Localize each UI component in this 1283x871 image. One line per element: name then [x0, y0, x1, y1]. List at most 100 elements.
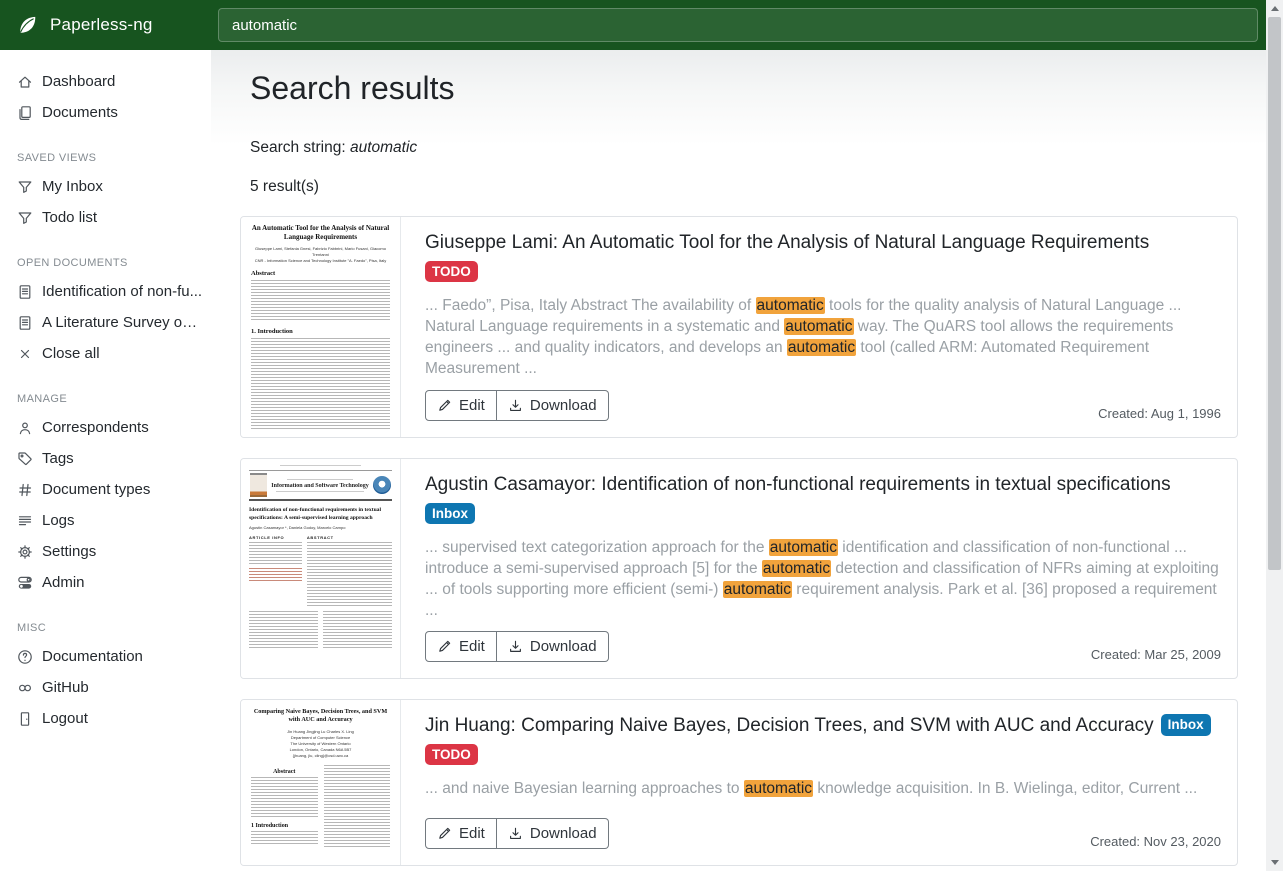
app-brand[interactable]: Paperless-ng	[0, 0, 211, 50]
document-thumbnail[interactable]: An Automatic Tool for the Analysis of Na…	[241, 217, 401, 437]
sidebar-item-label: Identification of non-fu...	[42, 283, 202, 300]
edit-button-label: Edit	[459, 825, 485, 842]
sidebar-item-dashboard[interactable]: Dashboard	[17, 66, 203, 97]
thumb-heading: Abstract	[251, 769, 318, 775]
tag-badge-todo[interactable]: TODO	[425, 744, 478, 766]
sidebar-item-github[interactable]: GitHub	[17, 672, 203, 703]
sidebar-item-label: Close all	[42, 345, 100, 362]
text-lines	[251, 831, 318, 845]
document-thumbnail[interactable]: Comparing Naive Bayes, Decision Trees, a…	[241, 700, 401, 865]
sidebar-item-label: Dashboard	[42, 73, 115, 90]
logs-icon	[17, 513, 33, 529]
sidebar-item-todo-list[interactable]: Todo list	[17, 202, 203, 233]
download-button-label: Download	[530, 638, 597, 655]
search-string-value: automatic	[350, 139, 417, 156]
download-button[interactable]: Download	[497, 818, 609, 849]
funnel-icon	[17, 179, 33, 195]
sidebar-item-label: My Inbox	[42, 178, 103, 195]
download-button[interactable]: Download	[497, 390, 609, 421]
thumb-paper-title: Identification of non-functional require…	[249, 507, 392, 522]
sidebar-item-label: Documentation	[42, 648, 143, 665]
result-title-link[interactable]: Giuseppe Lami: An Automatic Tool for the…	[425, 232, 1149, 253]
scroll-up-arrow[interactable]	[1266, 0, 1283, 17]
funnel-icon	[17, 210, 33, 226]
sidebar-item-logout[interactable]: Logout	[17, 703, 203, 734]
paperless-leaf-icon	[16, 14, 38, 36]
global-search-input[interactable]	[218, 8, 1258, 42]
sidebar-item-label: Logs	[42, 512, 75, 529]
sidebar: Dashboard Documents SAVED VIEWS My Inbox…	[0, 50, 211, 871]
up-arrow-icon	[1271, 6, 1279, 11]
result-title-link[interactable]: Jin Huang: Comparing Naive Bayes, Decisi…	[425, 715, 1154, 736]
sidebar-item-label: Settings	[42, 543, 96, 560]
result-actions: Edit Download	[425, 818, 609, 849]
journal-logo	[373, 476, 391, 494]
toggles-icon	[17, 575, 33, 591]
sidebar-item-admin[interactable]: Admin	[17, 567, 203, 598]
gear-icon	[17, 544, 33, 560]
edit-button[interactable]: Edit	[425, 818, 497, 849]
edit-button-label: Edit	[459, 638, 485, 655]
sidebar-section-title: SAVED VIEWS	[17, 152, 203, 164]
tag-badge-todo[interactable]: TODO	[425, 261, 478, 283]
document-thumbnail[interactable]: Information and Software Technology Ident…	[241, 459, 401, 678]
created-date: Created: Mar 25, 2009	[1091, 647, 1221, 662]
scrollbar-thumb[interactable]	[1268, 17, 1281, 570]
sidebar-item-logs[interactable]: Logs	[17, 505, 203, 536]
sidebar-item-tags[interactable]: Tags	[17, 443, 203, 474]
sidebar-item-close-all[interactable]: Close all	[17, 338, 203, 369]
thumb-heading: 1 Introduction	[251, 823, 318, 829]
home-icon	[17, 74, 33, 90]
search-highlight: automatic	[784, 318, 853, 335]
page-scrollbar[interactable]	[1266, 0, 1283, 871]
sidebar-item-correspondents[interactable]: Correspondents	[17, 412, 203, 443]
down-arrow-icon	[1271, 860, 1279, 865]
sidebar-item-label: GitHub	[42, 679, 89, 696]
x-icon	[17, 346, 33, 362]
tag-badge-inbox[interactable]: Inbox	[1161, 714, 1211, 736]
result-snippet: ... Faedo”, Pisa, Italy Abstract The ava…	[425, 295, 1221, 379]
sidebar-item-document-types[interactable]: Document types	[17, 474, 203, 505]
download-button-label: Download	[530, 397, 597, 414]
search-string-label: Search string:	[250, 139, 346, 156]
download-icon	[508, 639, 523, 654]
result-snippet: ... and naive Bayesian learning approach…	[425, 778, 1221, 799]
search-string-line: Search string: automatic	[250, 139, 1238, 157]
result-actions: Edit Download	[425, 390, 609, 421]
sidebar-item-label: Todo list	[42, 209, 97, 226]
file-text-icon	[17, 315, 33, 331]
top-navbar: Paperless-ng	[0, 0, 1266, 50]
page-title: Search results	[250, 70, 1238, 107]
pencil-icon	[437, 826, 452, 841]
download-button-label: Download	[530, 825, 597, 842]
thumb-authors: Jin Huang Jingjing Lu Charles X. Ling De…	[251, 729, 390, 759]
edit-button[interactable]: Edit	[425, 631, 497, 662]
search-highlight: automatic	[762, 560, 831, 577]
sidebar-item-documents[interactable]: Documents	[17, 97, 203, 128]
thumb-journal-title: Information and Software Technology	[270, 483, 370, 489]
link-icon	[17, 680, 33, 696]
text-lines	[323, 611, 392, 649]
thumb-col-heading: ABSTRACT	[307, 535, 392, 540]
text-lines	[307, 542, 392, 606]
sidebar-item-identification-of-non-fu[interactable]: Identification of non-fu...	[17, 276, 203, 307]
sidebar-item-label: Documents	[42, 104, 118, 121]
text-lines	[249, 542, 302, 566]
edit-button[interactable]: Edit	[425, 390, 497, 421]
main-content: Search results Search string: automatic …	[211, 50, 1266, 871]
sidebar-item-a-literature-survey-on[interactable]: A Literature Survey on ...	[17, 307, 203, 338]
sidebar-item-documentation[interactable]: Documentation	[17, 641, 203, 672]
download-button[interactable]: Download	[497, 631, 609, 662]
scroll-down-arrow[interactable]	[1266, 854, 1283, 871]
sidebar-item-my-inbox[interactable]: My Inbox	[17, 171, 203, 202]
result-title-link[interactable]: Agustin Casamayor: Identification of non…	[425, 474, 1171, 495]
text-lines	[324, 765, 391, 849]
sidebar-item-label: Document types	[42, 481, 150, 498]
result-card: Comparing Naive Bayes, Decision Trees, a…	[240, 699, 1238, 866]
elsevier-logo	[250, 473, 267, 497]
sidebar-item-settings[interactable]: Settings	[17, 536, 203, 567]
sidebar-item-label: Tags	[42, 450, 74, 467]
download-icon	[508, 826, 523, 841]
tag-badge-inbox[interactable]: Inbox	[425, 503, 475, 525]
thumb-paper-title: Comparing Naive Bayes, Decision Trees, a…	[251, 708, 390, 724]
